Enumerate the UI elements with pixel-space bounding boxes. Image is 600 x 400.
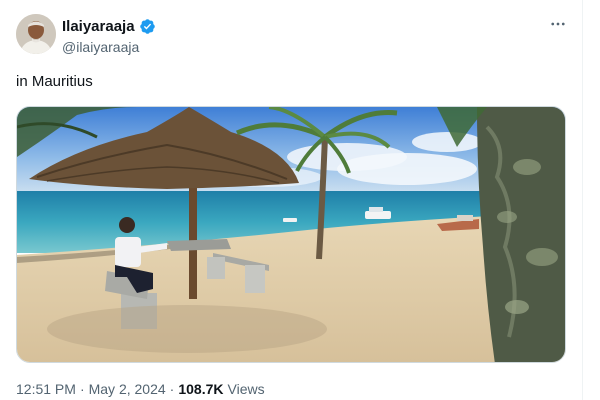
tweet: Ilaiyaraaja @ilaiyaraaja in Mauritius 12… xyxy=(0,0,600,400)
tweet-time[interactable]: 12:51 PM xyxy=(16,381,76,397)
meta-separator: · xyxy=(79,381,85,397)
verified-badge-icon[interactable] xyxy=(139,18,156,35)
tweet-photo[interactable] xyxy=(16,106,566,363)
more-options-button[interactable] xyxy=(548,14,568,34)
author-display-name[interactable]: Ilaiyaraaja xyxy=(62,18,135,35)
more-horizontal-icon xyxy=(551,22,565,26)
views-label[interactable]: Views xyxy=(228,381,265,397)
beach-photo-image xyxy=(17,107,565,362)
tweet-text: in Mauritius xyxy=(16,73,93,90)
avatar[interactable] xyxy=(16,14,56,54)
author-name-row[interactable]: Ilaiyaraaja xyxy=(62,18,156,35)
profile-photo-icon xyxy=(16,14,56,54)
tweet-date[interactable]: May 2, 2024 xyxy=(89,381,166,397)
tweet-meta-row: 12:51 PM · May 2, 2024 · 108.7K Views xyxy=(16,381,265,397)
column-divider xyxy=(582,0,583,400)
author-handle[interactable]: @ilaiyaraaja xyxy=(62,39,139,55)
views-count[interactable]: 108.7K xyxy=(178,381,223,397)
meta-separator: · xyxy=(169,381,175,397)
